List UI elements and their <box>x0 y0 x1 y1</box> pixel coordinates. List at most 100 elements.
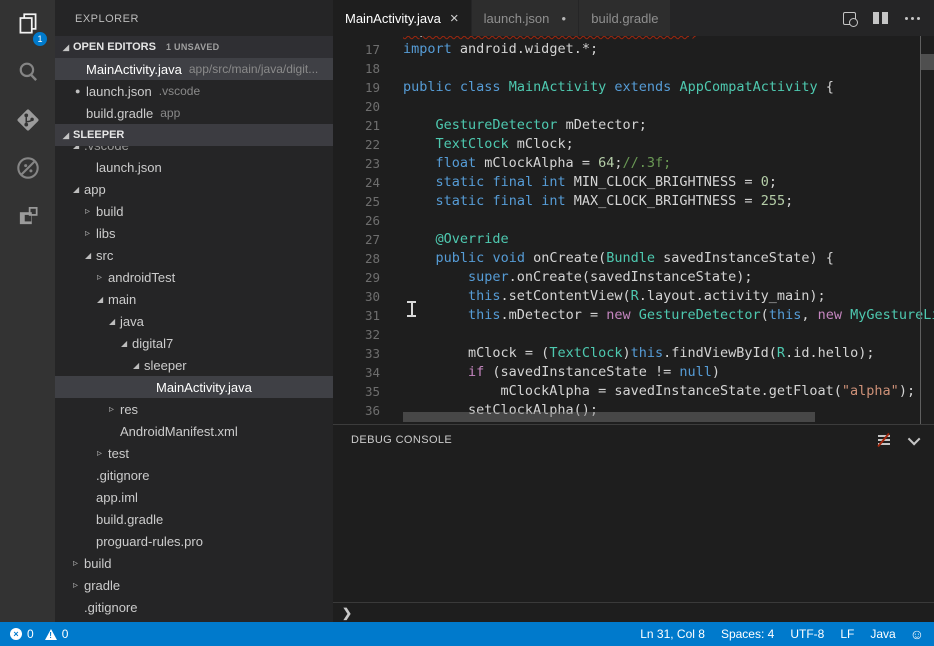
status-cursor-position[interactable]: Ln 31, Col 8 <box>632 627 713 641</box>
code-text <box>380 59 403 78</box>
tree-item-launch.json[interactable]: launch.json <box>55 156 333 178</box>
tree-item-build[interactable]: ▹build <box>55 552 333 574</box>
code-line-35[interactable]: 35 mClockAlpha = savedInstanceState.getF… <box>333 382 934 401</box>
tree-item-res[interactable]: ▹res <box>55 398 333 420</box>
code-editor[interactable]: import android.view.GestureDetector; 17i… <box>333 36 934 424</box>
code-line-32[interactable]: 32 <box>333 325 934 344</box>
line-number: 25 <box>333 192 380 211</box>
tree-item-app.iml[interactable]: app.iml <box>55 486 333 508</box>
chevron-expanded-icon: ◢ <box>97 295 108 304</box>
tree-item-java[interactable]: ◢java <box>55 310 333 332</box>
tree-item-sleeper[interactable]: ◢sleeper <box>55 354 333 376</box>
file-name: build <box>84 556 111 571</box>
tree-item-test[interactable]: ▹test <box>55 442 333 464</box>
debug-disabled-icon <box>14 154 42 182</box>
project-section-header[interactable]: ◢ SLEEPER <box>55 124 333 146</box>
open-editor-MainActivity.java[interactable]: MainActivity.javaapp/src/main/java/digit… <box>55 58 333 80</box>
tab-build.gradle[interactable]: build.gradle <box>579 0 670 36</box>
problems-status[interactable]: × 0 0 <box>10 627 68 641</box>
file-name: build.gradle <box>96 512 163 527</box>
activity-debug-button[interactable] <box>0 144 55 192</box>
tree-item-MainActivity.java[interactable]: MainActivity.java <box>55 376 333 398</box>
horizontal-scrollbar[interactable] <box>403 412 815 422</box>
code-lines: 17import android.widget.*;1819public cla… <box>333 40 934 420</box>
tree-item-app[interactable]: ◢app <box>55 178 333 200</box>
tree-item-main[interactable]: ◢main <box>55 288 333 310</box>
code-line-33[interactable]: 33 mClock = (TextClock)this.findViewById… <box>333 344 934 363</box>
tree-item-proguard-rules.pro[interactable]: proguard-rules.pro <box>55 530 333 552</box>
code-text: float mClockAlpha = 64;//.3f; <box>380 154 671 173</box>
tree-item-build[interactable]: ▹build <box>55 200 333 222</box>
code-line-22[interactable]: 22 TextClock mClock; <box>333 135 934 154</box>
vertical-scrollbar[interactable] <box>921 54 934 70</box>
open-editor-build.gradle[interactable]: build.gradleapp <box>55 102 333 124</box>
code-line-34[interactable]: 34 if (savedInstanceState != null) <box>333 363 934 382</box>
activity-source-control-button[interactable] <box>0 96 55 144</box>
clear-console-icon[interactable] <box>876 434 891 446</box>
mouse-cursor <box>407 301 416 317</box>
code-line-28[interactable]: 28 public void onCreate(Bundle savedInst… <box>333 249 934 268</box>
tree-item-androidTest[interactable]: ▹androidTest <box>55 266 333 288</box>
open-editor-launch.json[interactable]: ●launch.json.vscode <box>55 80 333 102</box>
code-line-18[interactable]: 18 <box>333 59 934 78</box>
tab-MainActivity.java[interactable]: MainActivity.java × <box>333 0 471 36</box>
tree-item-build.gradle[interactable]: build.gradle <box>55 508 333 530</box>
chevron-collapsed-icon: ▹ <box>85 206 96 217</box>
activity-explorer-button[interactable]: 1 <box>0 0 55 48</box>
tree-item-digital7[interactable]: ◢digital7 <box>55 332 333 354</box>
code-line-19[interactable]: 19public class MainActivity extends AppC… <box>333 78 934 97</box>
tree-item-AndroidManifest.xml[interactable]: AndroidManifest.xml <box>55 420 333 442</box>
tree-item-libs[interactable]: ▹libs <box>55 222 333 244</box>
code-line-17[interactable]: 17import android.widget.*; <box>333 40 934 59</box>
activity-extensions-button[interactable] <box>0 192 55 240</box>
tree-item-.vscode[interactable]: ◢.vscode <box>55 146 333 156</box>
code-line-25[interactable]: 25 static final int MAX_CLOCK_BRIGHTNESS… <box>333 192 934 211</box>
file-name: test <box>108 446 129 461</box>
code-line-21[interactable]: 21 GestureDetector mDetector; <box>333 116 934 135</box>
activity-bar: 1 <box>0 0 55 622</box>
panel-title[interactable]: DEBUG CONSOLE <box>351 434 452 446</box>
open-preview-icon[interactable] <box>843 12 856 25</box>
split-editor-icon[interactable] <box>873 12 888 24</box>
code-line-29[interactable]: 29 super.onCreate(savedInstanceState); <box>333 268 934 287</box>
file-name: .gitignore <box>84 600 137 615</box>
code-line-31[interactable]: 31 this.mDetector = new GestureDetector(… <box>333 306 934 325</box>
code-line-27[interactable]: 27 @Override <box>333 230 934 249</box>
close-icon[interactable]: × <box>450 11 459 26</box>
open-editors-list: MainActivity.javaapp/src/main/java/digit… <box>55 58 333 124</box>
debug-console-input[interactable]: ❯ <box>333 602 934 622</box>
sidebar-title: EXPLORER <box>55 0 333 36</box>
line-number: 17 <box>333 40 380 59</box>
file-name: src <box>96 248 113 263</box>
file-name: launch.json <box>96 160 162 175</box>
feedback-smiley-icon[interactable]: ☺ <box>910 626 924 642</box>
tree-item-.gitignore[interactable]: .gitignore <box>55 596 333 618</box>
chevron-expanded-icon: ◢ <box>85 251 96 260</box>
tab-launch.json[interactable]: launch.json● <box>472 0 579 36</box>
status-eol[interactable]: LF <box>832 627 862 641</box>
code-line-24[interactable]: 24 static final int MIN_CLOCK_BRIGHTNESS… <box>333 173 934 192</box>
more-actions-icon[interactable] <box>905 17 908 20</box>
status-encoding[interactable]: UTF-8 <box>782 627 832 641</box>
dirty-dot-icon[interactable]: ● <box>561 14 566 23</box>
tree-item-.gitignore[interactable]: .gitignore <box>55 464 333 486</box>
code-line-20[interactable]: 20 <box>333 97 934 116</box>
file-name: digital7 <box>132 336 173 351</box>
activity-search-button[interactable] <box>0 48 55 96</box>
unsaved-count-badge: 1 UNSAVED <box>166 42 220 52</box>
code-line-30[interactable]: 30 this.setContentView(R.layout.activity… <box>333 287 934 306</box>
code-text: public class MainActivity extends AppCom… <box>380 78 834 97</box>
chevron-collapsed-icon: ▹ <box>73 558 84 569</box>
file-name: proguard-rules.pro <box>96 534 203 549</box>
status-indentation[interactable]: Spaces: 4 <box>713 627 782 641</box>
collapse-panel-icon[interactable] <box>908 432 921 445</box>
tree-item-gradle[interactable]: ▹gradle <box>55 574 333 596</box>
file-name: app <box>84 182 106 197</box>
tab-label: MainActivity.java <box>345 11 441 26</box>
status-language-mode[interactable]: Java <box>862 627 903 641</box>
file-name: libs <box>96 226 116 241</box>
tree-item-src[interactable]: ◢src <box>55 244 333 266</box>
code-line-26[interactable]: 26 <box>333 211 934 230</box>
open-editors-header[interactable]: ◢ OPEN EDITORS 1 UNSAVED <box>55 36 333 58</box>
code-line-23[interactable]: 23 float mClockAlpha = 64;//.3f; <box>333 154 934 173</box>
